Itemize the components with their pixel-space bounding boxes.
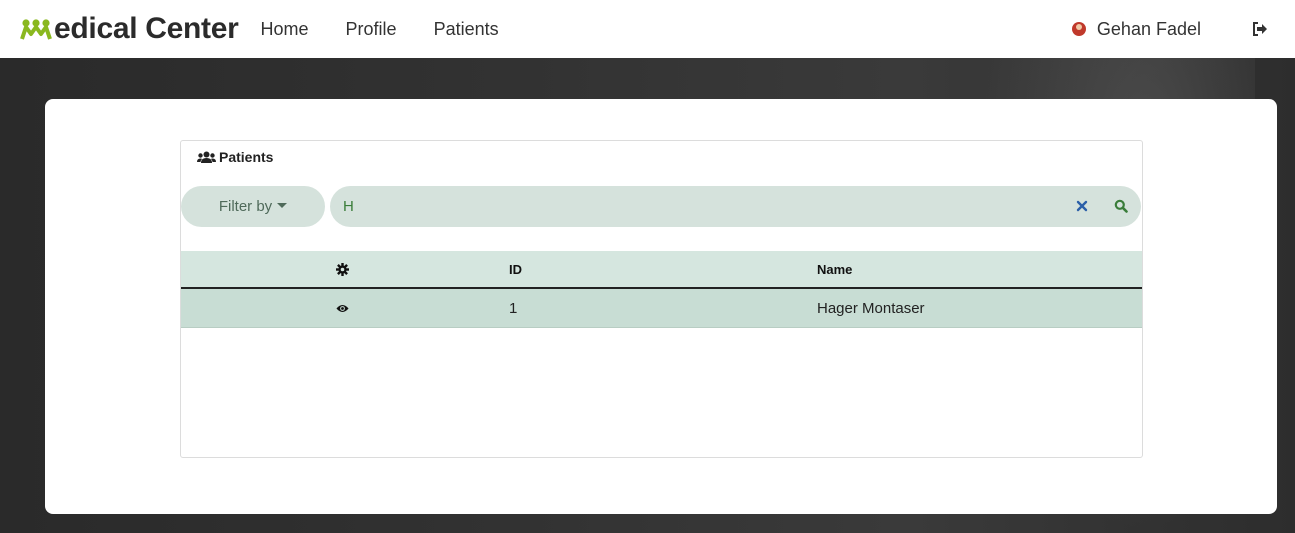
users-icon (197, 151, 216, 163)
table-header: ID Name (181, 251, 1142, 289)
column-name[interactable]: Name (817, 251, 852, 287)
nav-links: Home Profile Patients (261, 19, 536, 40)
brand-name: edical Center (54, 12, 239, 45)
top-navbar: edical Center Home Profile Patients Geha… (0, 0, 1295, 58)
column-id[interactable]: ID (509, 251, 522, 287)
avatar-icon (1071, 22, 1086, 36)
gear-icon (335, 262, 349, 276)
filter-by-dropdown[interactable]: Filter by (181, 186, 325, 227)
filter-by-label: Filter by (218, 198, 273, 215)
search-input[interactable] (343, 186, 1063, 227)
table-row[interactable]: 1 Hager Montaser (181, 289, 1142, 328)
user-name[interactable]: Gehan Fadel (1097, 19, 1201, 40)
patient-name: Hager Montaser (817, 299, 925, 317)
panel-title: Patients (197, 149, 273, 165)
brand[interactable]: edical Center (20, 12, 239, 46)
sign-out-icon[interactable] (1251, 20, 1269, 38)
search-icon[interactable] (1114, 199, 1128, 213)
medical-logo-icon (20, 19, 52, 40)
patient-id: 1 (509, 299, 518, 317)
search-bar (330, 186, 1141, 227)
caret-down-icon (277, 203, 288, 208)
eye-icon (335, 304, 349, 312)
column-actions (335, 251, 349, 287)
nav-profile[interactable]: Profile (346, 19, 397, 40)
user-area: Gehan Fadel (1071, 0, 1295, 58)
close-icon[interactable] (1076, 200, 1088, 212)
panel-title-text: Patients (219, 149, 274, 165)
patients-panel: Patients Filter by H ID Name 1 Hager Mon… (180, 140, 1143, 458)
patients-table: ID Name 1 Hager Montaser (181, 251, 1142, 328)
view-patient-button[interactable] (335, 289, 349, 327)
nav-home[interactable]: Home (261, 19, 309, 40)
nav-patients[interactable]: Patients (434, 19, 499, 40)
